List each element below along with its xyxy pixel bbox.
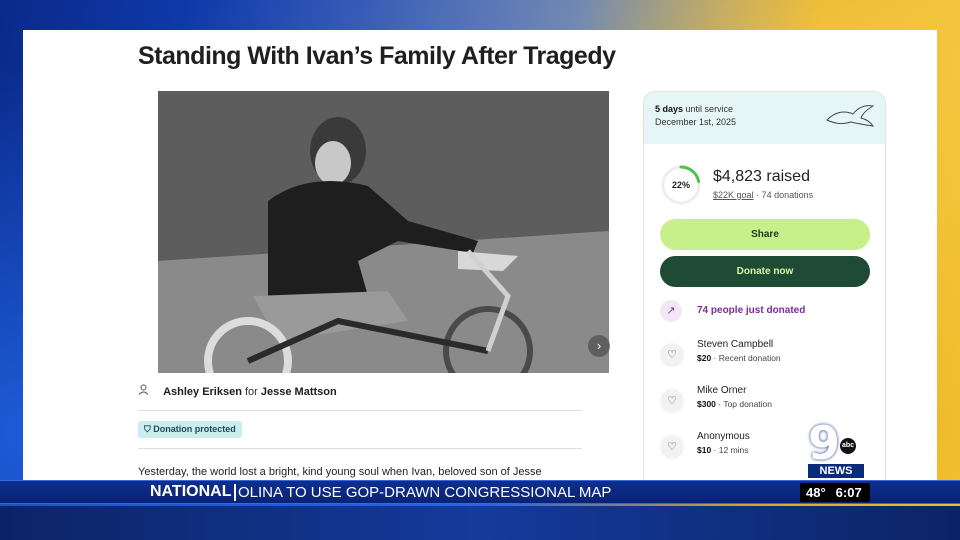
photo-illustration [158,91,609,373]
donor-amount: $10 [697,445,712,455]
divider [138,448,582,449]
dove-icon [826,105,875,127]
donor-name: Anonymous [697,431,750,442]
organizer-connector: for [245,386,258,398]
goal-row: $22K goal · 74 donations [713,190,814,200]
donor-amount: $20 [697,353,712,363]
network-logo: abc [840,438,856,454]
goal-link[interactable]: $22K goal [713,190,754,200]
organizer-name[interactable]: Ashley Eriksen [163,386,242,398]
progress-percent: 22% [671,180,690,190]
donor-detail: Recent donation [718,353,781,363]
station-logo: KEZI 9 abc NEWS [806,410,866,480]
donor-name: Steven Campbell [697,339,774,350]
ticker-separator [234,484,236,501]
ticker-label: NATIONAL [150,483,232,500]
heart-hand-icon: ♡ [660,389,684,413]
story-text: Yesterday, the world lost a bright, kind… [138,466,542,478]
trending-up-icon: ↗ [660,300,682,322]
organizer-line: Ashley Eriksen for Jesse Mattson [138,384,337,398]
donor-detail: 12 mins [718,445,749,455]
recent-donations-trend[interactable]: ↗ 74 people just donated [660,300,870,322]
donor-name: Mike Orner [697,385,747,396]
donation-protected-badge[interactable]: ⛉ Donation protected [138,421,242,438]
news-ticker: NATIONAL OLINA TO USE GOP-DRAWN CONGRESS… [0,480,960,504]
weather-time-box: 48° 6:07 [800,483,870,502]
beneficiary-name[interactable]: Jesse Mattson [261,386,337,398]
person-icon [138,384,150,398]
fundraiser-photo [158,91,609,373]
shield-icon: ⛉ [144,424,154,434]
donor-amount: $300 [697,399,716,409]
donate-now-button[interactable]: Donate now [660,256,870,287]
ticker-headline: OLINA TO USE GOP-DRAWN CONGRESSIONAL MAP [238,484,612,501]
clock-time: 6:07 [835,485,862,500]
divider [138,410,582,411]
page-title: Standing With Ivan’s Family After Traged… [138,42,616,70]
heart-hand-icon: ♡ [660,435,684,459]
fundraiser-page: Standing With Ivan’s Family After Traged… [23,30,937,485]
service-days: 5 days [655,104,684,114]
donor-item: ♡ Steven Campbell $20 · Recent donation [660,337,870,373]
service-countdown: 5 days until service December 1st, 2025 [644,92,885,144]
lower-band [0,506,960,540]
donor-detail: Top donation [723,399,773,409]
share-button[interactable]: Share [660,219,870,250]
temperature: 48° [806,485,826,500]
news-label: NEWS [808,464,864,478]
heart-hand-icon: ♡ [660,343,684,367]
next-photo-button[interactable]: › [588,335,610,357]
amount-raised: $4,823 raised [713,168,810,185]
donation-count: 74 donations [761,190,814,200]
channel-number: 9 [808,416,841,470]
trend-text: 74 people just donated [697,305,806,316]
